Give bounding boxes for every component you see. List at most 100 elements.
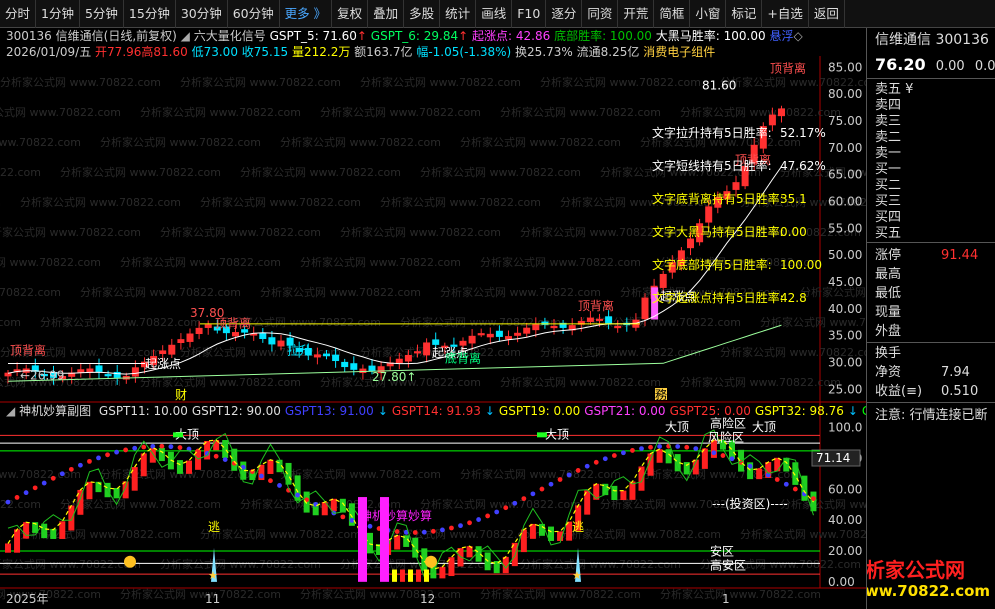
watermark-text: 分析家公式网 www.70822.com (120, 587, 281, 601)
dot-curve-point (440, 527, 445, 533)
watermark-text: 分析家公式网 www.70822.com (460, 467, 621, 481)
toolbar-item-4[interactable]: 30分钟 (176, 0, 228, 28)
toolbar-item-2[interactable]: 5分钟 (80, 0, 124, 28)
kline-svg[interactable]: 分析家公式网 www.70822.com 分析家公式网 www.70822.com… (0, 28, 866, 609)
toolbar-item-14[interactable]: 同资 (582, 0, 619, 28)
quote-stat-row: 外盘 (867, 322, 995, 341)
histo-bar (330, 498, 337, 512)
dot-curve-point (78, 462, 83, 468)
dot-curve-point (340, 514, 346, 520)
toolbar-item-16[interactable]: 简框 (654, 0, 691, 28)
toolbar-item-12[interactable]: F10 (512, 0, 547, 28)
dot-curve-point (394, 529, 400, 534)
histo-bar (267, 459, 274, 474)
histo-bar (176, 460, 183, 474)
watermark-text: 分析家公式网 www.70822.com (540, 75, 701, 89)
candle-body (432, 339, 440, 345)
dot-curve-point (168, 444, 174, 450)
histo-bar (158, 447, 165, 462)
toolbar-item-9[interactable]: 多股 (404, 0, 441, 28)
watermark-text: 分析家公式网 www.70822.com (60, 497, 221, 511)
order-book-row: 买一 (875, 162, 902, 177)
order-book-row: 买四 (875, 210, 902, 225)
watermark-text: 分析家公式网 www.70822.com (500, 105, 661, 119)
toolbar-item-0[interactable]: 分时 (0, 0, 37, 28)
quote-stat-row: 现量 (867, 303, 995, 322)
quote-name: 信维通信 (875, 32, 931, 48)
toolbar-item-1[interactable]: 1分钟 (36, 0, 80, 28)
stat-value: 42.8 (780, 291, 807, 305)
quote-extra-value: 7.94 (941, 365, 970, 380)
dot-curve-point (494, 509, 500, 515)
dot-curve-point (630, 448, 635, 453)
signal-label: 拉升 (287, 342, 311, 357)
toolbar-item-17[interactable]: 小窗 (690, 0, 727, 28)
toolbar-item-6[interactable]: 更多 》 (280, 0, 333, 28)
toolbar-item-18[interactable]: 标记 (726, 0, 763, 28)
toolbar-item-20[interactable]: 返回 (809, 0, 845, 28)
watermark-text: 分析家公式网 www.70822.com (20, 195, 181, 209)
watermark-text: 分析家公式网 www.70822.com (340, 225, 501, 239)
candle-body (423, 342, 431, 356)
dot-curve-point (557, 477, 563, 482)
toolbar-item-7[interactable]: 复权 (332, 0, 369, 28)
date-axis-label: 11 (205, 592, 220, 606)
dot-curve-point (59, 471, 65, 477)
candle-body (186, 333, 194, 342)
toolbar-item-5[interactable]: 60分钟 (228, 0, 280, 28)
dot-curve-point (96, 455, 101, 461)
high-label: 81.60 (702, 79, 736, 93)
quote-stat-key: 最低 (875, 286, 902, 301)
watermark-text: 分析家公式网 www.70822.com (140, 105, 301, 119)
subchart-param: GSPT21: 0.00 (584, 404, 666, 418)
histo-bar (529, 523, 536, 539)
toolbar-item-3[interactable]: 15分钟 (124, 0, 176, 28)
watermark-text: 分析家公式网 www.70822.com (380, 195, 541, 209)
quote-panel: 信维通信 300136 76.20 0.00 0.00% 卖五 ¥卖四卖三卖二卖… (866, 28, 995, 609)
watermark-text: 分析家公式网 www.70822.com (360, 75, 521, 89)
dot-curve-point (177, 445, 183, 450)
candle-body (350, 363, 358, 370)
watermark-text: 分析家公式网 www.70822.com (0, 497, 41, 511)
price-axis-label: 40.00 (828, 302, 862, 316)
yellow-red-column (392, 569, 397, 582)
candle-body (332, 354, 340, 362)
divider (867, 242, 995, 243)
order-book-row: 卖三 (875, 114, 902, 129)
dot-curve-point (503, 505, 509, 511)
toolbar: 分时 1分钟 5分钟 15分钟 30分钟 60分钟 更多 》复权 叠加 多股 统计 画线 F10 逐分同… (0, 0, 995, 28)
toolbar-item-8[interactable]: 叠加 (368, 0, 405, 28)
subchart-param: GSPT11: 10.00 (98, 404, 188, 418)
quote-extra-key: 净资 (875, 365, 902, 380)
subchart-title[interactable]: 神机妙算副图 (19, 404, 91, 418)
toolbar-item-19[interactable]: +自选 (762, 0, 809, 28)
price-axis-label: 25.00 (828, 382, 862, 396)
price-axis-label: 55.00 (828, 221, 862, 235)
order-book-row: 买二 (875, 178, 902, 193)
watermark-text: 分析家公式网 www.70822.com (460, 135, 621, 149)
dot-curve-point (421, 529, 427, 535)
stat-label: 文字底部持有5日胜率: (652, 257, 772, 272)
toolbar-item-11[interactable]: 画线 (476, 0, 513, 28)
zone-label: 风险区 (708, 430, 744, 445)
watermark-text: 分析家公式网 www.70822.com (420, 497, 581, 511)
dot-curve-point (313, 502, 319, 507)
top-marker (537, 432, 547, 438)
candle-body (486, 333, 494, 338)
date-axis-label: 2025年 (6, 592, 49, 606)
chart-area[interactable]: 300136 信维通信(日线,前复权) ◢ 六大量化信号 GSPT_5: 71.… (0, 28, 866, 609)
zone-label: 大顶 (752, 420, 776, 434)
histo-bar (538, 523, 545, 536)
dot-curve-point (412, 530, 418, 535)
price-axis-label: 85.00 (828, 60, 862, 74)
toolbar-item-15[interactable]: 开荒 (618, 0, 655, 28)
signal-label: 顶背离 (215, 316, 251, 331)
dot-curve-point (322, 506, 328, 512)
toolbar-item-10[interactable]: 统计 (440, 0, 477, 28)
histo-bar (611, 485, 618, 501)
candle-body (641, 297, 649, 320)
collapse-icon[interactable]: ◢ (6, 404, 15, 418)
toolbar-item-13[interactable]: 逐分 (546, 0, 583, 28)
escape-label: 逃 (572, 520, 584, 534)
watermark-text: 分析家公式网 www.70822.com (160, 225, 321, 239)
